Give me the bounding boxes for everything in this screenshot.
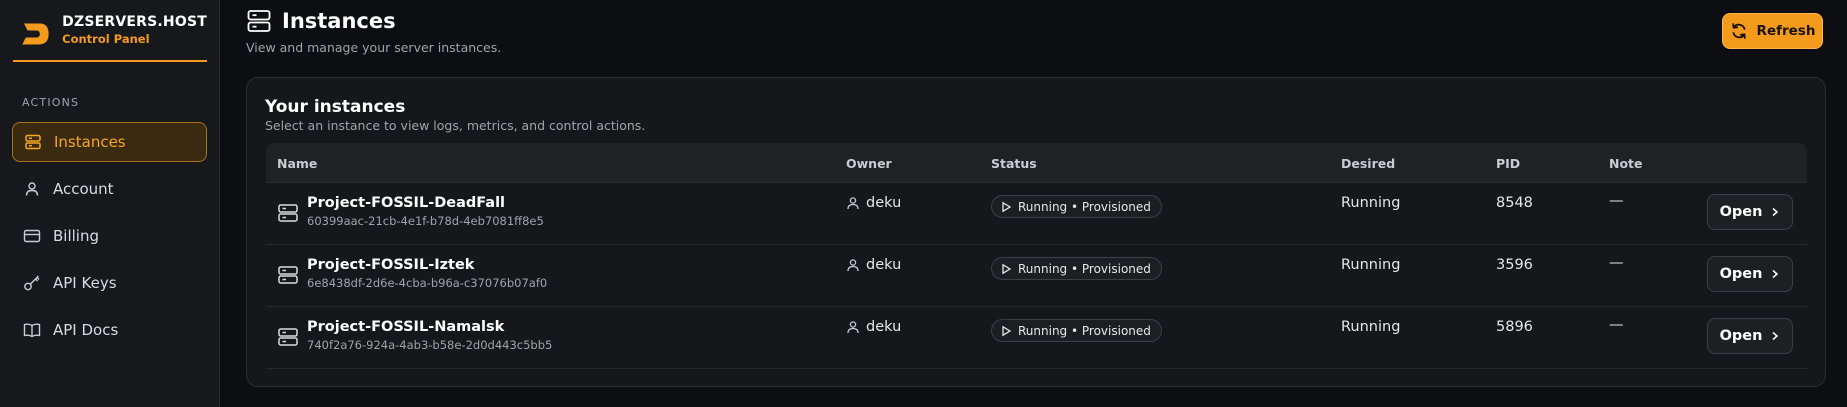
server-icon bbox=[278, 328, 298, 346]
open-button[interactable]: Open bbox=[1707, 256, 1793, 292]
sidebar-item-label: Billing bbox=[53, 227, 99, 245]
sidebar-item-api-keys[interactable]: API Keys bbox=[12, 263, 207, 303]
note-value: — bbox=[1609, 255, 1624, 271]
chevron-right-icon bbox=[1772, 207, 1779, 217]
owner-name: deku bbox=[866, 195, 902, 211]
user-icon bbox=[847, 259, 859, 272]
pid-value: 8548 bbox=[1496, 195, 1533, 211]
user-icon bbox=[22, 179, 42, 199]
open-button[interactable]: Open bbox=[1707, 318, 1793, 354]
chevron-right-icon bbox=[1772, 269, 1779, 279]
brand[interactable]: DZSERVERS.HOST Control Panel bbox=[13, 0, 207, 62]
pid-value: 3596 bbox=[1496, 257, 1533, 273]
owner-cell: deku bbox=[846, 319, 901, 335]
chevron-right-icon bbox=[1772, 331, 1779, 341]
column-header-note: Note bbox=[1609, 156, 1643, 171]
server-icon bbox=[278, 204, 298, 222]
instance-name: Project-FOSSIL-Iztek bbox=[307, 257, 475, 273]
sidebar-item-api-docs[interactable]: API Docs bbox=[12, 310, 207, 350]
user-icon bbox=[847, 321, 859, 334]
server-icon bbox=[247, 10, 271, 32]
note-value: — bbox=[1609, 193, 1624, 209]
status-text: Running • Provisioned bbox=[1018, 199, 1151, 214]
status-badge: Running • Provisioned bbox=[991, 195, 1162, 218]
card-title: Your instances bbox=[265, 97, 406, 117]
credit-card-icon bbox=[22, 226, 42, 246]
sidebar-item-billing[interactable]: Billing bbox=[12, 216, 207, 256]
instance-name: Project-FOSSIL-DeadFall bbox=[307, 195, 506, 211]
instances-table: Name Owner Status Desired PID Note Proje… bbox=[266, 143, 1807, 369]
open-label: Open bbox=[1719, 204, 1763, 220]
table-header: Name Owner Status Desired PID Note bbox=[266, 143, 1807, 183]
brand-title: DZSERVERS.HOST bbox=[62, 14, 207, 30]
column-header-desired: Desired bbox=[1341, 156, 1396, 171]
pid-value: 5896 bbox=[1496, 319, 1533, 335]
table-row[interactable]: Project-FOSSIL-Iztek 6e8438df-2d6e-4cba-… bbox=[266, 245, 1807, 307]
desired-state: Running bbox=[1341, 257, 1401, 273]
play-icon bbox=[1002, 201, 1012, 212]
instance-name: Project-FOSSIL-Namalsk bbox=[307, 319, 505, 335]
sidebar-item-instances[interactable]: Instances bbox=[12, 122, 207, 162]
sidebar-item-label: Account bbox=[53, 180, 114, 198]
table-row[interactable]: Project-FOSSIL-DeadFall 60399aac-21cb-4e… bbox=[266, 183, 1807, 245]
page-subtitle: View and manage your server instances. bbox=[246, 40, 502, 55]
page-title: Instances bbox=[282, 9, 396, 33]
key-icon bbox=[22, 273, 42, 293]
instance-uuid: 6e8438df-2d6e-4cba-b96a-c37076b07af0 bbox=[307, 276, 548, 290]
instances-card: Your instances Select an instance to vie… bbox=[246, 77, 1826, 387]
desired-state: Running bbox=[1341, 319, 1401, 335]
server-icon bbox=[23, 132, 43, 152]
open-label: Open bbox=[1719, 266, 1763, 282]
column-header-pid: PID bbox=[1496, 156, 1521, 171]
book-icon bbox=[22, 320, 42, 340]
play-icon bbox=[1002, 263, 1012, 274]
status-text: Running • Provisioned bbox=[1018, 261, 1151, 276]
open-label: Open bbox=[1719, 328, 1763, 344]
refresh-label: Refresh bbox=[1756, 23, 1816, 39]
sidebar-item-label: API Keys bbox=[53, 274, 117, 292]
sidebar-item-account[interactable]: Account bbox=[12, 169, 207, 209]
server-icon bbox=[278, 266, 298, 284]
refresh-icon bbox=[1731, 23, 1746, 39]
sidebar-item-label: API Docs bbox=[53, 321, 119, 339]
owner-name: deku bbox=[866, 257, 902, 273]
instance-uuid: 60399aac-21cb-4e1f-b78d-4eb7081ff8e5 bbox=[307, 214, 544, 228]
column-header-owner: Owner bbox=[846, 156, 892, 171]
note-value: — bbox=[1609, 317, 1624, 333]
owner-cell: deku bbox=[846, 257, 901, 273]
brand-subtitle: Control Panel bbox=[62, 32, 150, 46]
owner-name: deku bbox=[866, 319, 902, 335]
sidebar: DZSERVERS.HOST Control Panel ACTIONS Ins… bbox=[0, 0, 220, 407]
refresh-button[interactable]: Refresh bbox=[1722, 13, 1823, 49]
instance-uuid: 740f2a76-924a-4ab3-b58e-2d0d443c5bb5 bbox=[307, 338, 553, 352]
play-icon bbox=[1002, 325, 1012, 336]
page-header: Instances View and manage your server in… bbox=[246, 8, 501, 55]
status-badge: Running • Provisioned bbox=[991, 319, 1162, 342]
owner-cell: deku bbox=[846, 195, 901, 211]
user-icon bbox=[847, 197, 859, 210]
status-text: Running • Provisioned bbox=[1018, 323, 1151, 338]
table-row[interactable]: Project-FOSSIL-Namalsk 740f2a76-924a-4ab… bbox=[266, 307, 1807, 369]
sidebar-section-label: ACTIONS bbox=[22, 96, 80, 109]
open-button[interactable]: Open bbox=[1707, 194, 1793, 230]
card-subtitle: Select an instance to view logs, metrics… bbox=[265, 118, 646, 133]
status-badge: Running • Provisioned bbox=[991, 257, 1162, 280]
column-header-status: Status bbox=[991, 156, 1037, 171]
sidebar-item-label: Instances bbox=[54, 133, 126, 151]
brand-logo-icon bbox=[22, 23, 49, 45]
column-header-name: Name bbox=[277, 156, 318, 171]
desired-state: Running bbox=[1341, 195, 1401, 211]
